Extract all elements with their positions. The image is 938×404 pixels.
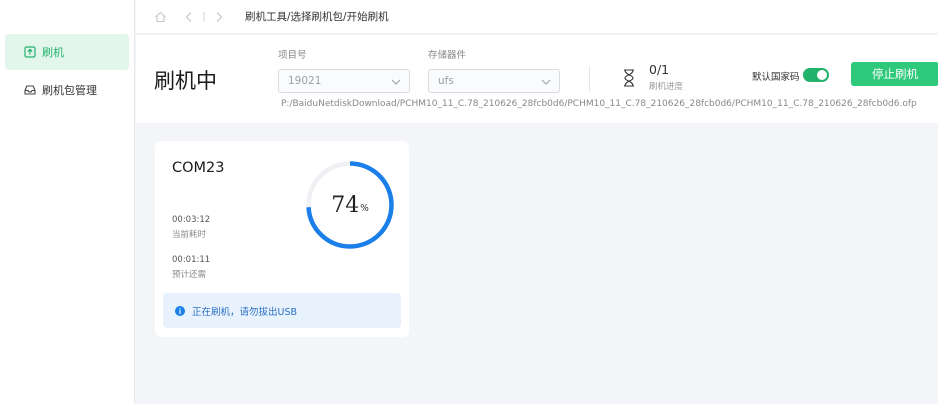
project-select[interactable]: 19021 — [278, 69, 410, 93]
usb-notice: 正在刷机，请勿拔出USB — [163, 293, 401, 328]
default-country-code-toggle[interactable] — [803, 68, 829, 82]
stop-flash-button[interactable]: 停止刷机 — [851, 62, 938, 86]
chevron-down-icon — [541, 79, 551, 85]
toggle-knob — [817, 70, 827, 80]
inbox-icon — [24, 84, 36, 96]
usb-notice-text: 正在刷机，请勿拔出USB — [192, 306, 298, 318]
device-card: COM23 00:03:12 当前耗时 00:01:11 预计还需 74% 正在… — [155, 141, 409, 337]
header-divider — [589, 66, 590, 92]
hourglass-icon — [624, 69, 634, 87]
sidebar-item-label: 刷机 — [42, 46, 64, 59]
project-value: 19021 — [288, 75, 322, 87]
remaining-time: 00:01:11 — [172, 255, 211, 265]
info-icon — [175, 305, 185, 316]
progress-percent-symbol: % — [360, 204, 369, 214]
project-label: 项目号 — [278, 50, 307, 61]
sidebar-item-flash[interactable]: 刷机 — [5, 34, 129, 70]
flash-header: 刷机中 项目号 19021 存储器件 ufs 0/1 刷机进度 默认国家码 停止… — [136, 35, 938, 123]
breadcrumb-bar: 刷机工具/选择刷机包/开始刷机 — [136, 0, 938, 34]
page-title: 刷机中 — [154, 69, 217, 93]
flash-progress-label: 刷机进度 — [649, 82, 684, 92]
upload-box-icon — [24, 46, 36, 58]
storage-select[interactable]: ufs — [428, 69, 560, 93]
forward-arrow-icon[interactable] — [215, 11, 223, 23]
package-path: P:/BaiduNetdiskDownload/PCHM10_11_C.78_2… — [281, 99, 917, 109]
back-arrow-icon[interactable] — [185, 11, 193, 23]
breadcrumb: 刷机工具/选择刷机包/开始刷机 — [245, 11, 389, 23]
storage-value: ufs — [438, 75, 454, 87]
remaining-label: 预计还需 — [172, 270, 207, 280]
elapsed-label: 当前耗时 — [172, 230, 207, 240]
default-country-code-label: 默认国家码 — [752, 72, 800, 83]
progress-percent-number: 74 — [331, 192, 360, 218]
home-icon[interactable] — [154, 11, 167, 23]
chevron-down-icon — [391, 79, 401, 85]
elapsed-time: 00:03:12 — [172, 215, 211, 225]
progress-percent: 74% — [302, 157, 398, 253]
sidebar-item-package-manage[interactable]: 刷机包管理 — [5, 72, 129, 108]
sidebar: 刷机 刷机包管理 — [0, 0, 135, 404]
divider-bar — [203, 11, 205, 23]
flash-progress-value: 0/1 — [649, 62, 670, 77]
device-port: COM23 — [172, 160, 225, 176]
sidebar-item-label: 刷机包管理 — [42, 84, 97, 97]
storage-label: 存储器件 — [428, 50, 467, 61]
